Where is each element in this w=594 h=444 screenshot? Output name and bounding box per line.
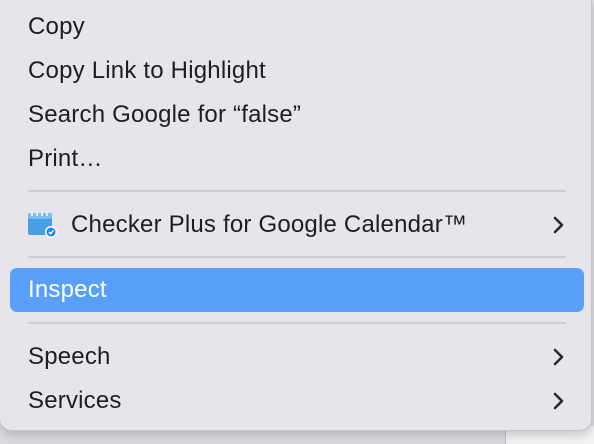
context-menu: Copy Copy Link to Highlight Search Googl…	[0, 0, 592, 431]
menu-item-speech[interactable]: Speech	[10, 335, 584, 379]
menu-item-label: Speech	[28, 343, 111, 370]
menu-item-label: Copy	[28, 13, 85, 40]
menu-item-inspect[interactable]: Inspect	[10, 268, 584, 312]
menu-item-search-google[interactable]: Search Google for “false”	[10, 93, 584, 137]
menu-item-print[interactable]: Print…	[10, 137, 584, 181]
chevron-right-icon	[553, 216, 564, 234]
menu-item-label: Copy Link to Highlight	[28, 57, 266, 84]
menu-item-copy[interactable]: Copy	[10, 5, 584, 49]
menu-item-label: Inspect	[28, 276, 107, 303]
menu-item-services[interactable]: Services	[10, 379, 584, 423]
menu-item-label: Print…	[28, 145, 103, 172]
chevron-right-icon	[553, 392, 564, 410]
menu-item-label: Checker Plus for Google Calendar™	[71, 211, 468, 238]
menu-separator	[28, 256, 566, 258]
menu-separator	[28, 190, 566, 192]
menu-separator	[28, 322, 566, 324]
menu-item-label: Services	[28, 387, 122, 414]
menu-item-checker-plus-google-calendar[interactable]: Checker Plus for Google Calendar™	[10, 203, 584, 247]
chevron-right-icon	[553, 348, 564, 366]
calendar-extension-icon	[27, 211, 57, 239]
menu-item-label: Search Google for “false”	[28, 101, 302, 128]
menu-item-copy-link-to-highlight[interactable]: Copy Link to Highlight	[10, 49, 584, 93]
